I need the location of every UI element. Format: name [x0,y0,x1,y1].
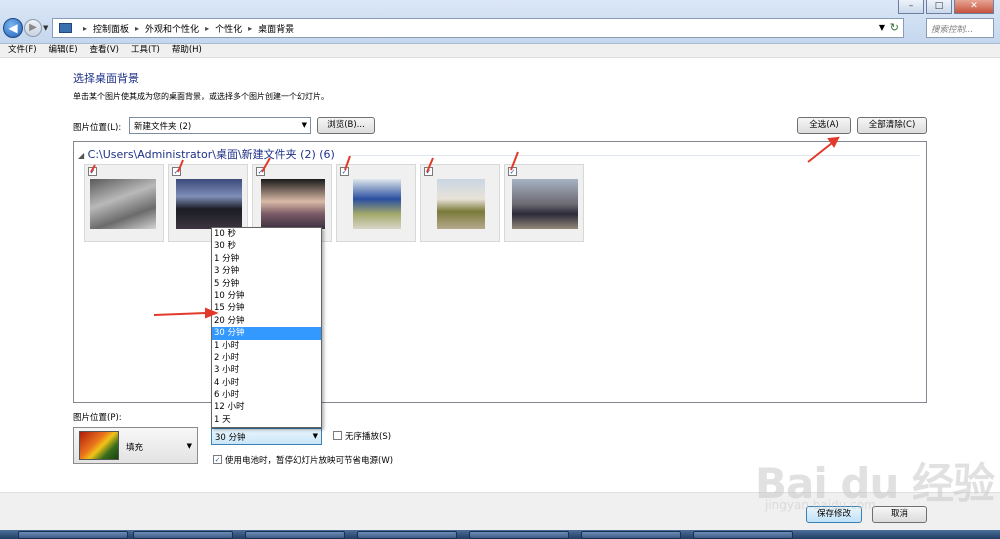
arrow-to-select-all [807,142,833,163]
arrow-check-3 [261,157,271,173]
arrow-check-4 [344,155,351,171]
watermark-url: jingyan.baidu.com [765,498,876,512]
arrow-check-1 [90,164,96,173]
arrow-head [205,307,219,319]
arrow-check-5 [426,157,434,173]
arrow-check-6 [510,151,519,171]
baidu-watermark-logo: Bai du 经验 jingyan.baidu.com [755,430,995,520]
arrow-to-interval-list [153,312,207,316]
arrow-check-2 [177,159,184,173]
